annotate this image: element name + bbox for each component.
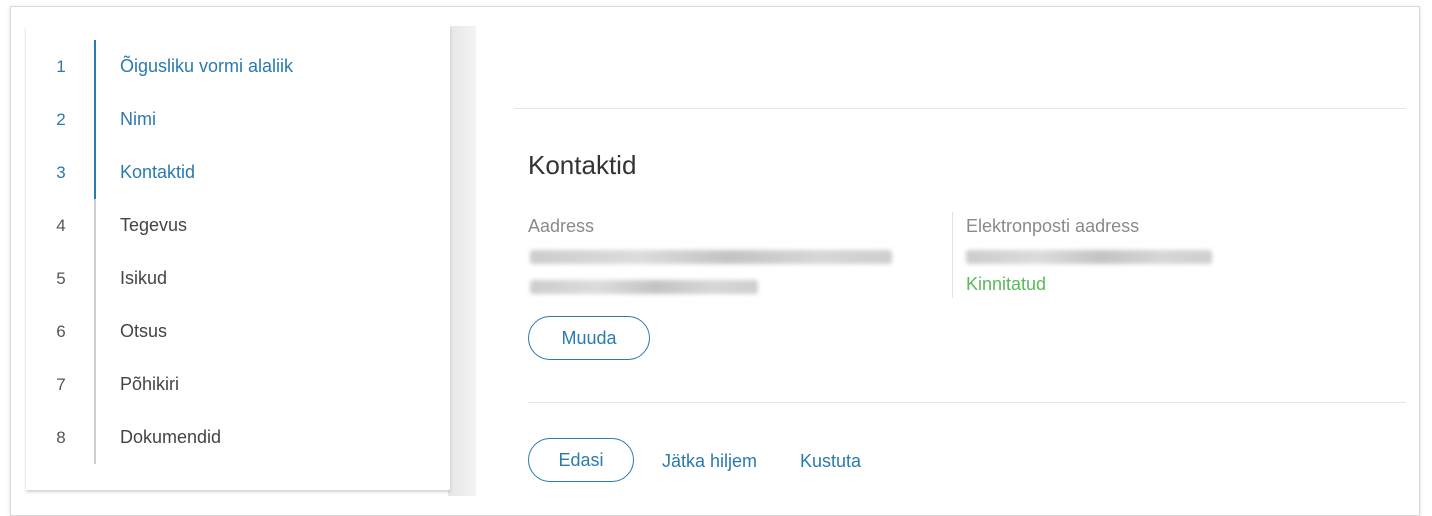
email-value-redacted <box>966 250 1212 264</box>
edit-contacts-button[interactable]: Muuda <box>528 316 650 360</box>
step-number: 7 <box>56 374 66 394</box>
step-label: Dokumendid <box>120 427 222 447</box>
step-progress-line <box>94 411 96 464</box>
column-divider <box>952 212 953 298</box>
step-5-persons[interactable]: 5 Isikud <box>26 252 450 305</box>
step-label: Otsus <box>120 321 168 341</box>
bottom-divider <box>528 402 1406 403</box>
step-8-documents[interactable]: 8 Dokumendid <box>26 411 450 464</box>
top-divider <box>514 108 1406 109</box>
step-1-legal-form[interactable]: 1 Õigusliku vormi alaliik <box>26 40 450 93</box>
address-value-redacted-line-2 <box>530 280 758 294</box>
step-4-activity[interactable]: 4 Tegevus <box>26 199 450 252</box>
next-button[interactable]: Edasi <box>528 438 634 482</box>
step-progress-line <box>94 40 96 93</box>
step-number: 3 <box>56 162 66 182</box>
step-3-contacts[interactable]: 3 Kontaktid <box>26 146 450 199</box>
step-number: 6 <box>56 321 66 341</box>
step-progress-line <box>94 146 96 199</box>
step-label: Kontaktid <box>120 162 196 182</box>
step-progress-line <box>94 93 96 146</box>
step-label: Põhikiri <box>120 374 180 394</box>
step-7-statutes[interactable]: 7 Põhikiri <box>26 358 450 411</box>
section-title: Kontaktid <box>528 150 637 180</box>
continue-later-link[interactable]: Jätka hiljem <box>662 451 757 472</box>
step-6-decision[interactable]: 6 Otsus <box>26 305 450 358</box>
address-value-redacted-line-1 <box>530 250 892 264</box>
step-number: 2 <box>56 109 66 129</box>
step-label: Tegevus <box>120 215 188 235</box>
step-number: 1 <box>56 56 66 76</box>
step-number: 5 <box>56 268 66 288</box>
email-status-badge: Kinnitatud <box>966 274 1047 294</box>
step-label: Õigusliku vormi alaliik <box>120 56 294 76</box>
step-number: 4 <box>56 215 66 235</box>
email-label: Elektronposti aadress <box>966 216 1140 236</box>
steps-sidebar: 1 Õigusliku vormi alaliik 2 Nimi 3 Konta… <box>26 26 450 490</box>
step-progress-line <box>94 252 96 305</box>
delete-link[interactable]: Kustuta <box>800 451 861 472</box>
step-progress-line <box>94 199 96 252</box>
main-content: Kontaktid Aadress Elektronposti aadress … <box>478 26 1418 496</box>
address-label: Aadress <box>528 216 595 236</box>
step-2-name[interactable]: 2 Nimi <box>26 93 450 146</box>
step-progress-line <box>94 358 96 411</box>
step-label: Nimi <box>120 109 156 129</box>
step-progress-line <box>94 305 96 358</box>
step-label: Isikud <box>120 268 168 288</box>
sidebar-divider-shadow <box>448 26 476 496</box>
steps-list: 1 Õigusliku vormi alaliik 2 Nimi 3 Konta… <box>26 40 450 464</box>
step-number: 8 <box>56 427 66 447</box>
